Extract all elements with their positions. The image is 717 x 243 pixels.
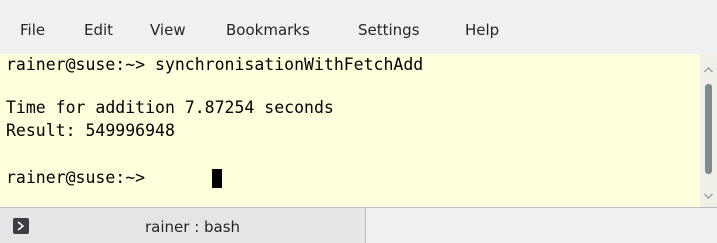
terminal-prompt: rainer@suse:~> <box>6 168 156 187</box>
menu-file[interactable]: File <box>20 20 45 40</box>
menu-bar: File Edit View Bookmarks Settings Help <box>0 0 717 54</box>
terminal-output[interactable]: rainer@suse:~> synchronisationWithFetchA… <box>0 54 700 207</box>
menu-settings[interactable]: Settings <box>358 20 420 40</box>
menu-bookmarks[interactable]: Bookmarks <box>226 20 310 40</box>
tab-label: rainer : bash <box>145 218 241 236</box>
text-cursor <box>212 169 222 188</box>
vertical-scrollbar[interactable] <box>700 54 717 207</box>
menu-help[interactable]: Help <box>465 20 499 40</box>
terminal-line: Result: 549996948 <box>6 121 175 140</box>
chevron-down-icon[interactable] <box>703 186 714 199</box>
chevron-up-icon[interactable] <box>703 60 714 73</box>
scrollbar-thumb[interactable] <box>705 84 712 174</box>
menu-view[interactable]: View <box>150 20 186 40</box>
terminal-icon <box>13 218 29 234</box>
tab-bar: rainer : bash <box>0 207 717 243</box>
terminal-line: Time for addition 7.87254 seconds <box>6 98 334 117</box>
menu-edit[interactable]: Edit <box>84 20 113 40</box>
tab-rainer-bash[interactable]: rainer : bash <box>0 208 366 243</box>
terminal-line: rainer@suse:~> synchronisationWithFetchA… <box>6 55 424 74</box>
